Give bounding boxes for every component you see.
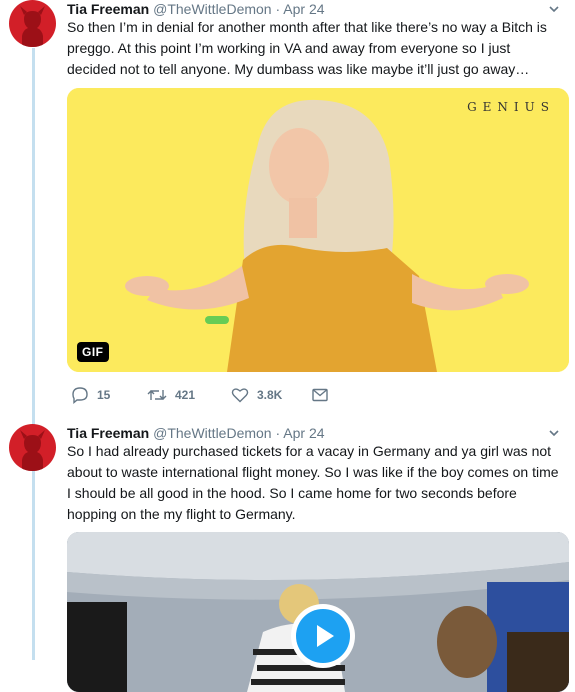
retweet-button[interactable]: 421 xyxy=(147,386,195,404)
heart-icon xyxy=(231,388,249,403)
separator: · xyxy=(275,1,281,17)
video-media[interactable] xyxy=(67,532,569,692)
devil-silhouette-icon xyxy=(20,430,45,471)
tweet-text: So I had already purchased tickets for a… xyxy=(67,443,559,522)
retweet-count: 421 xyxy=(175,388,196,402)
tweet-date[interactable]: Apr 24 xyxy=(283,425,324,441)
tweet-header: Tia Freeman @TheWittleDemon · Apr 24 xyxy=(67,0,325,18)
display-name[interactable]: Tia Freeman xyxy=(67,425,149,441)
genius-watermark: GENIUS xyxy=(467,100,555,114)
play-button[interactable] xyxy=(291,604,355,668)
gif-media[interactable]: GENIUS GIF xyxy=(67,88,569,372)
display-name[interactable]: Tia Freeman xyxy=(67,1,149,17)
retweet-icon xyxy=(147,390,167,400)
reply-icon xyxy=(72,387,88,404)
tweet[interactable]: Tia Freeman @TheWittleDemon · Apr 24 So … xyxy=(0,422,575,692)
tweet-text: So then I’m in denial for another month … xyxy=(67,19,547,77)
reply-count: 15 xyxy=(97,388,111,402)
gif-image xyxy=(67,88,569,372)
reply-button[interactable]: 15 xyxy=(71,386,110,404)
like-button[interactable]: 3.8K xyxy=(231,386,282,404)
gif-badge: GIF xyxy=(77,342,109,362)
play-icon xyxy=(296,609,350,663)
tweet-actions: 15 421 3.8K xyxy=(67,386,547,408)
tweet-date[interactable]: Apr 24 xyxy=(283,1,324,17)
direct-message-button[interactable] xyxy=(311,386,329,404)
devil-silhouette-icon xyxy=(20,6,45,47)
user-handle[interactable]: @TheWittleDemon xyxy=(153,1,271,17)
tweet[interactable]: Tia Freeman @TheWittleDemon · Apr 24 So … xyxy=(0,0,575,410)
envelope-icon xyxy=(312,388,328,402)
avatar[interactable] xyxy=(9,0,56,47)
user-handle[interactable]: @TheWittleDemon xyxy=(153,425,271,441)
avatar[interactable] xyxy=(9,424,56,471)
tweet-header: Tia Freeman @TheWittleDemon · Apr 24 xyxy=(67,424,325,442)
like-count: 3.8K xyxy=(257,388,283,402)
separator: · xyxy=(275,425,281,441)
